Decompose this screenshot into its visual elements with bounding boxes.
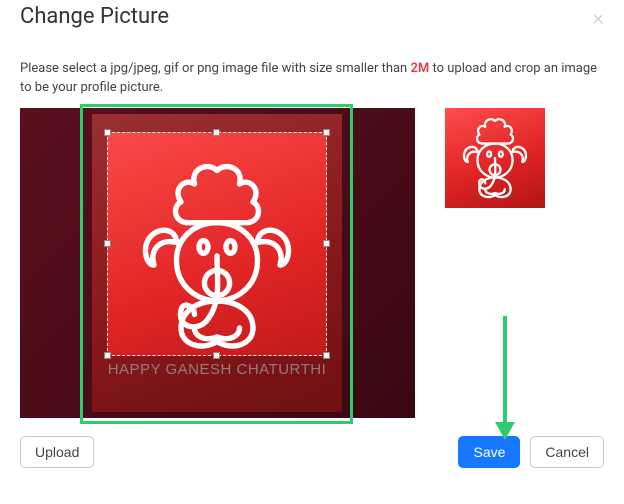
cancel-button[interactable]: Cancel — [530, 436, 604, 468]
close-icon[interactable]: × — [592, 4, 604, 30]
crop-handle-e[interactable] — [323, 240, 330, 247]
image-crop-stage[interactable]: happy ganesh chaturthi — [20, 108, 415, 418]
crop-handle-sw[interactable] — [104, 352, 111, 359]
tutorial-arrow-icon — [490, 312, 520, 442]
max-size: 2M — [410, 61, 429, 76]
instruction-text: Please select a jpg/jpeg, gif or png ima… — [20, 60, 604, 98]
crop-handle-w[interactable] — [104, 240, 111, 247]
crop-handle-nw[interactable] — [104, 129, 111, 136]
crop-selection[interactable] — [107, 132, 327, 356]
crop-handle-ne[interactable] — [323, 129, 330, 136]
crop-preview — [445, 108, 545, 208]
upload-button[interactable]: Upload — [20, 436, 94, 468]
crop-handle-s[interactable] — [213, 352, 220, 359]
image-caption: happy ganesh chaturthi — [98, 361, 336, 378]
crop-handle-n[interactable] — [213, 129, 220, 136]
crop-handle-se[interactable] — [323, 352, 330, 359]
modal-title: Change Picture — [20, 4, 169, 29]
instruction-pre: Please select a jpg/jpeg, gif or png ima… — [20, 61, 410, 76]
